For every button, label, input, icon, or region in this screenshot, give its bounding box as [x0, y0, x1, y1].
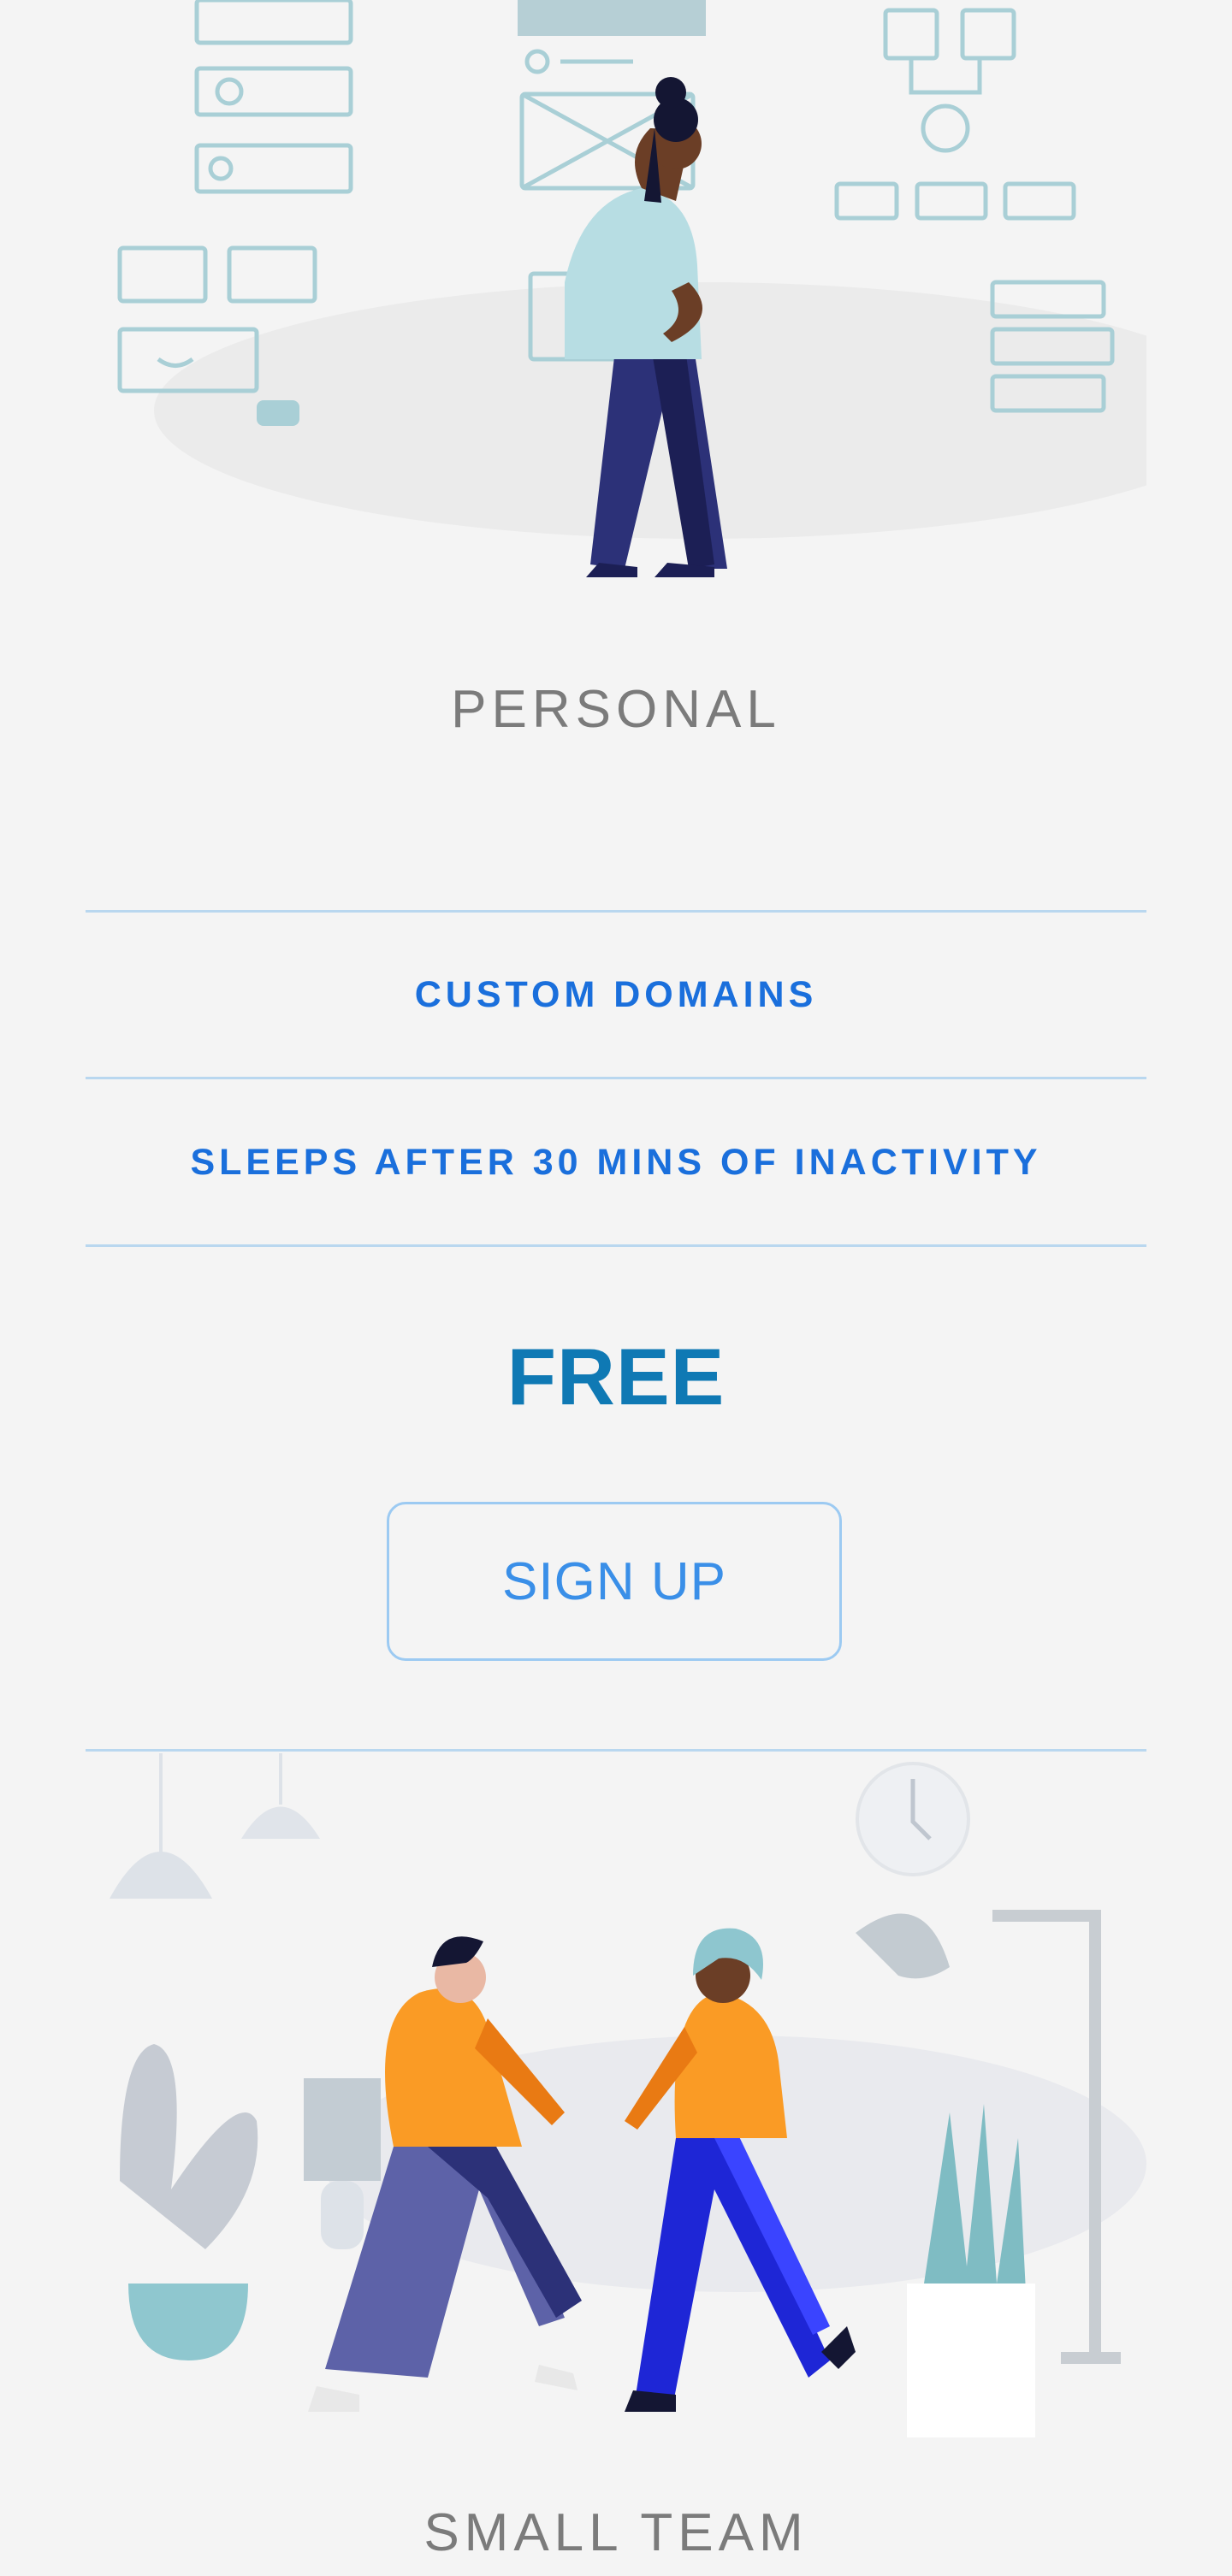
plan-title: SMALL TEAM [424, 2503, 808, 2562]
divider [86, 1749, 1146, 1752]
sign-up-button[interactable]: SIGN UP [387, 1502, 842, 1661]
divider [86, 910, 1146, 913]
two-people-meeting-office-illustration [110, 1753, 1146, 2437]
feature-sleep-inactivity: SLEEPS AFTER 30 MINS OF INACTIVITY [190, 1142, 1042, 1183]
divider [86, 1077, 1146, 1079]
pricing-column: PERSONAL CUSTOM DOMAINS SLEEPS AFTER 30 … [86, 0, 1146, 2562]
plan-price: FREE [506, 1332, 726, 1421]
woman-walking-whiteboard-illustration [117, 0, 1146, 577]
feature-custom-domains: CUSTOM DOMAINS [414, 974, 818, 1015]
divider [86, 1244, 1146, 1247]
plan-title: PERSONAL [451, 680, 781, 739]
